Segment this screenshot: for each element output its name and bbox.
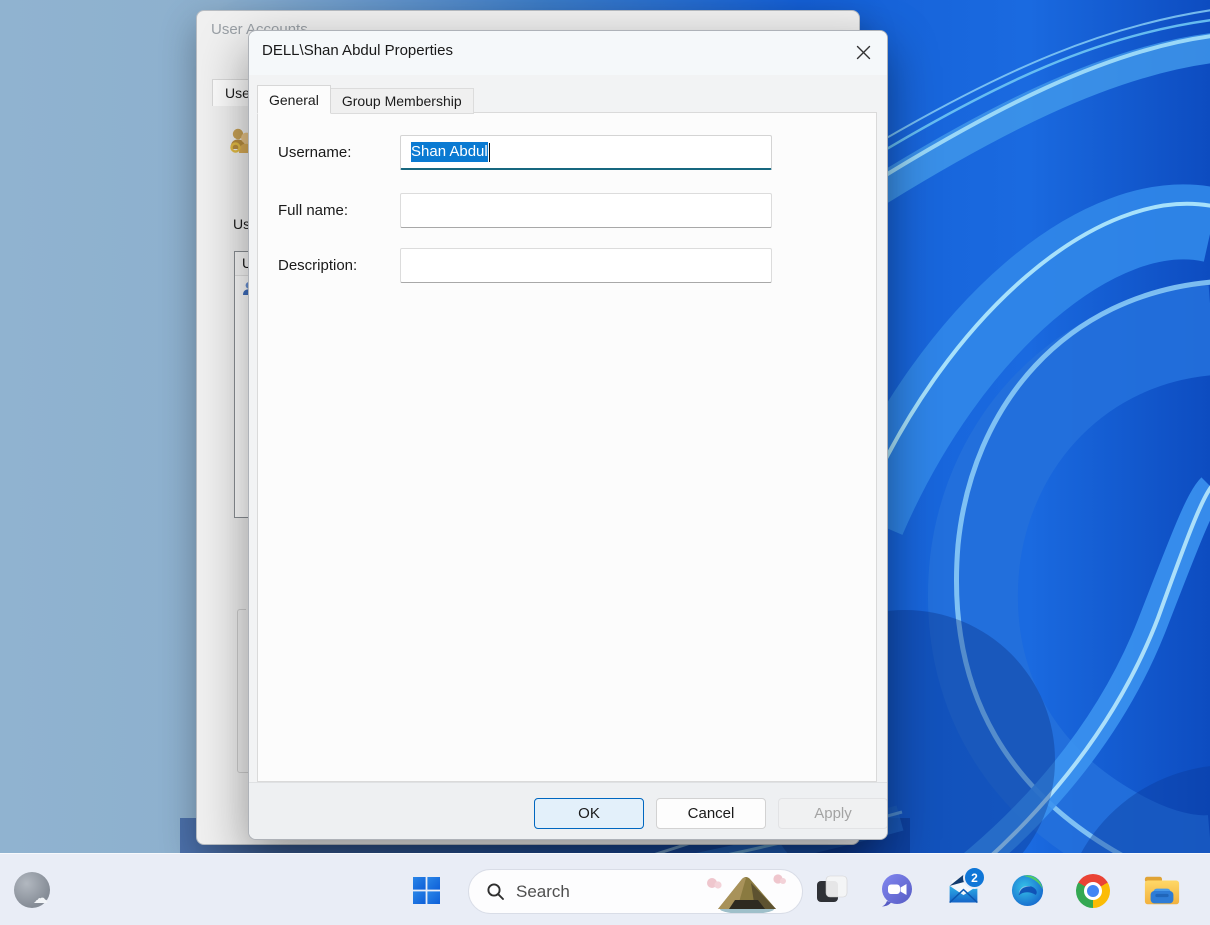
search-highlight-mountain-image <box>699 870 794 914</box>
widgets-weather-button[interactable]: ☁ <box>14 872 50 908</box>
dialog-titlebar[interactable]: DELL\Shan Abdul Properties <box>249 31 887 75</box>
taskbar: ☁ <box>0 853 1210 925</box>
cancel-button[interactable]: Cancel <box>656 798 766 829</box>
description-label: Description: <box>278 257 357 274</box>
chrome-button[interactable] <box>1076 874 1110 908</box>
task-view-button[interactable] <box>814 872 850 908</box>
username-input[interactable]: Shan Abdul <box>400 135 772 170</box>
dialog-button-strip: OK Cancel Apply <box>249 782 887 840</box>
general-tab-panel: Username: Shan Abdul Full name: Descript… <box>257 112 877 782</box>
file-explorer-icon <box>1143 874 1181 907</box>
full-name-input[interactable] <box>400 193 772 228</box>
apply-button[interactable]: Apply <box>778 798 888 829</box>
cloud-icon: ☁ <box>33 891 48 906</box>
close-button[interactable] <box>845 34 881 70</box>
search-input[interactable] <box>514 881 668 903</box>
mail-unread-badge: 2 <box>963 866 986 889</box>
search-icon <box>486 882 505 901</box>
username-label: Username: <box>278 144 351 161</box>
tab-general[interactable]: General <box>257 85 331 114</box>
text-caret <box>489 143 490 162</box>
properties-dialog: DELL\Shan Abdul Properties General Group… <box>248 30 888 840</box>
taskbar-search-box[interactable] <box>468 869 803 914</box>
teams-chat-button[interactable] <box>879 872 915 908</box>
task-view-icon <box>815 872 849 906</box>
dialog-title: DELL\Shan Abdul Properties <box>262 42 453 59</box>
desktop: User Accounts Users Users for this compu… <box>0 0 1210 925</box>
description-input[interactable] <box>400 248 772 283</box>
username-selected-text: Shan Abdul <box>411 142 488 162</box>
edge-button[interactable] <box>1009 873 1045 909</box>
close-icon <box>854 43 873 62</box>
chat-video-icon <box>879 872 915 908</box>
edge-icon <box>1010 873 1045 908</box>
tab-group-membership[interactable]: Group Membership <box>331 88 474 114</box>
dialog-tabstrip: General Group Membership <box>257 85 474 113</box>
full-name-label: Full name: <box>278 202 348 219</box>
file-explorer-button[interactable] <box>1143 874 1179 910</box>
ok-button[interactable]: OK <box>534 798 644 829</box>
windows-logo-icon <box>413 877 440 904</box>
start-button[interactable] <box>412 877 440 905</box>
